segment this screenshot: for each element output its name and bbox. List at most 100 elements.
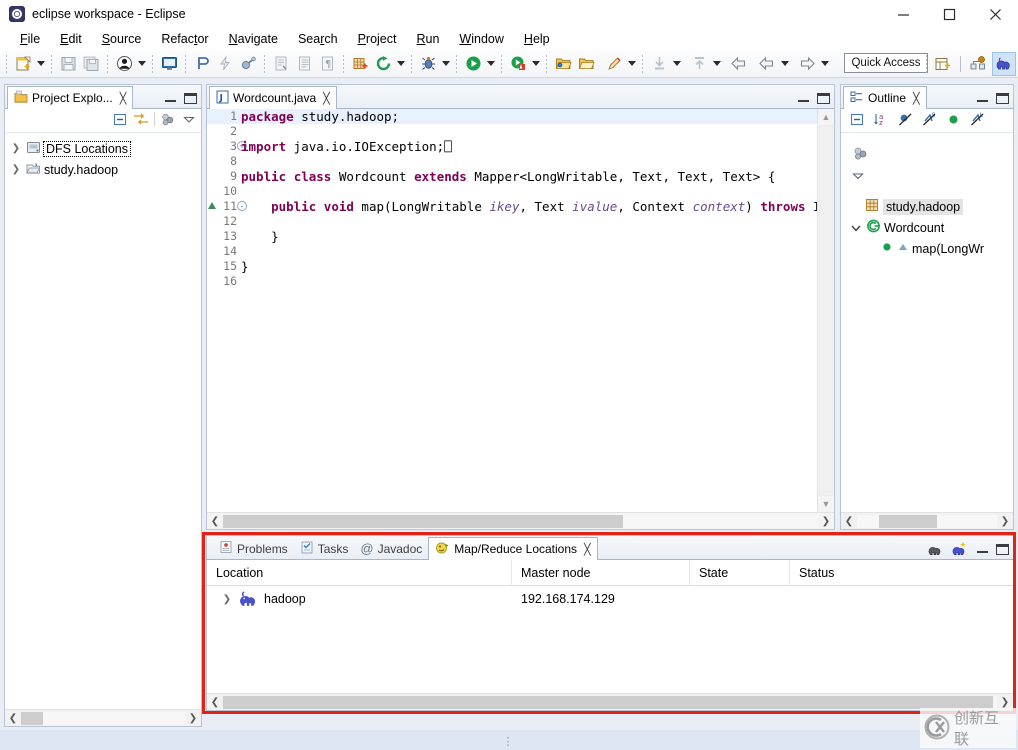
scroll-left-icon[interactable]: ❮ <box>5 710 21 727</box>
save-all-icon[interactable] <box>80 53 102 75</box>
collapsed-chevron-icon[interactable] <box>851 169 865 183</box>
map-reduce-perspective-icon[interactable] <box>992 52 1016 76</box>
back-icon[interactable] <box>728 53 750 75</box>
scrollbar-track[interactable] <box>223 515 818 528</box>
edit-hadoop-location-icon[interactable] <box>950 542 970 556</box>
debug-dropdown-arrow[interactable] <box>440 53 451 75</box>
new-java-class-icon[interactable] <box>349 53 371 75</box>
new-hadoop-location-icon[interactable] <box>926 542 946 556</box>
hide-static-icon[interactable]: S <box>921 112 937 126</box>
outline-item-map-method[interactable]: map(LongWr <box>841 238 1013 259</box>
minimize-icon[interactable] <box>795 91 811 105</box>
editor-body[interactable]: 123+891011-1213141516 package study.hado… <box>207 109 834 529</box>
next-dropdown-arrow[interactable] <box>711 53 722 75</box>
scroll-left-icon[interactable]: ❮ <box>207 694 223 711</box>
column-header-state[interactable]: State <box>690 560 790 586</box>
close-icon[interactable] <box>972 0 1018 28</box>
view-chevron-icon[interactable] <box>181 112 197 126</box>
tab-project-explorer[interactable]: Project Explo... ╳ <box>7 86 133 109</box>
menu-project[interactable]: Project <box>348 30 407 48</box>
editor-code-area[interactable]: package study.hadoop; import java.io.IOE… <box>241 109 817 512</box>
tab-javadoc[interactable]: @ Javadoc <box>354 537 428 560</box>
maximize-icon[interactable] <box>815 91 831 105</box>
previous-dropdown-arrow[interactable] <box>671 53 682 75</box>
scrollbar-thumb[interactable] <box>819 125 833 496</box>
scrollbar-thumb[interactable] <box>21 712 43 725</box>
open-task-icon[interactable] <box>270 53 292 75</box>
outline-item-expander[interactable] <box>841 165 1013 186</box>
minimize-icon[interactable] <box>162 91 178 105</box>
build-icon[interactable] <box>214 53 236 75</box>
menu-help[interactable]: Help <box>514 30 560 48</box>
java-ee-perspective-icon[interactable] <box>966 52 990 76</box>
maximize-icon[interactable] <box>994 91 1010 105</box>
open-resource-icon[interactable] <box>575 53 597 75</box>
tab-outline[interactable]: Outline ╳ <box>843 86 927 109</box>
open-folder-icon[interactable] <box>552 53 574 75</box>
open-type-icon[interactable] <box>293 53 315 75</box>
outline-tree[interactable]: study.hadoop Wordcount map(LongWr <box>841 134 1013 511</box>
coverage-dropdown-arrow[interactable] <box>530 53 541 75</box>
scroll-right-icon[interactable]: ❯ <box>185 710 201 727</box>
scrollbar-thumb[interactable] <box>223 696 993 709</box>
toggle-mark-occurrences-icon[interactable] <box>191 53 213 75</box>
chevron-right-icon[interactable]: ❯ <box>220 592 234 606</box>
next-annotation-icon[interactable] <box>688 53 710 75</box>
menu-navigate[interactable]: Navigate <box>219 30 288 48</box>
collapse-all-icon[interactable] <box>112 112 128 126</box>
annotation-dropdown-arrow[interactable] <box>626 53 637 75</box>
new-wizard-icon[interactable] <box>12 53 34 75</box>
outline-item-study-hadoop[interactable]: study.hadoop <box>841 196 1013 217</box>
hide-fields-icon[interactable] <box>897 112 913 126</box>
run-dropdown-arrow[interactable] <box>485 53 496 75</box>
scroll-down-icon[interactable]: ▼ <box>818 496 834 512</box>
resize-handle[interactable]: ⋮ <box>503 735 516 748</box>
tree-item-dfs-locations[interactable]: ❯ DFS Locations <box>5 138 201 159</box>
column-header-status[interactable]: Status <box>790 560 1010 586</box>
cell-location[interactable]: ❯ hadoop <box>207 589 512 610</box>
minimize-icon[interactable] <box>974 91 990 105</box>
scroll-right-icon[interactable]: ❯ <box>818 513 834 530</box>
quick-access-input[interactable]: Quick Access <box>844 53 928 73</box>
scrollbar-thumb[interactable] <box>879 515 937 528</box>
column-header-location[interactable]: Location <box>207 560 512 586</box>
external-tools-dropdown-arrow[interactable] <box>395 53 406 75</box>
forward-dropdown-arrow[interactable] <box>779 53 790 75</box>
user-account-icon[interactable] <box>113 53 135 75</box>
menu-edit[interactable]: Edit <box>50 30 92 48</box>
scrollbar-track[interactable] <box>857 515 997 528</box>
view-menu-icon[interactable] <box>160 112 176 126</box>
scrollbar-track[interactable] <box>223 696 997 709</box>
scrollbar-thumb[interactable] <box>223 515 623 528</box>
tab-map-reduce-locations[interactable]: Map/Reduce Locations ╳ <box>428 537 597 560</box>
show-whitespace-icon[interactable]: ¶ <box>316 53 338 75</box>
menu-source[interactable]: Source <box>92 30 152 48</box>
maximize-icon[interactable] <box>994 542 1010 556</box>
open-perspective-icon[interactable] <box>931 52 955 76</box>
annotation-icon[interactable] <box>603 53 625 75</box>
expanded-chevron-icon[interactable] <box>849 221 863 235</box>
menu-search[interactable]: Search <box>288 30 348 48</box>
editor-vscrollbar[interactable]: ▲ ▼ <box>817 109 834 512</box>
tab-wordcount-java[interactable]: J Wordcount.java ╳ <box>209 86 337 109</box>
new-dropdown-arrow[interactable] <box>35 53 46 75</box>
outline-item-wordcount[interactable]: Wordcount <box>841 217 1013 238</box>
debug-icon[interactable] <box>417 53 439 75</box>
hide-local-types-icon[interactable]: L <box>969 112 985 126</box>
scroll-left-icon[interactable]: ❮ <box>207 513 223 530</box>
close-icon[interactable]: ╳ <box>584 543 591 556</box>
coverage-icon[interactable] <box>507 53 529 75</box>
project-explorer-tree[interactable]: ❯ DFS Locations ❯ study.hadoop <box>5 134 201 708</box>
chevron-right-icon[interactable]: ❯ <box>9 163 23 177</box>
maximize-icon[interactable] <box>926 0 972 28</box>
menu-window[interactable]: Window <box>449 30 513 48</box>
user-dropdown-arrow[interactable] <box>136 53 147 75</box>
editor-hscrollbar[interactable]: ❮ ❯ <box>207 512 834 529</box>
close-icon[interactable]: ╳ <box>323 92 330 105</box>
link-icon[interactable] <box>237 53 259 75</box>
close-icon[interactable]: ╳ <box>120 92 127 105</box>
bottom-panel-hscrollbar[interactable]: ❮ ❯ <box>207 693 1013 710</box>
outline-hscrollbar[interactable]: ❮ ❯ <box>841 512 1013 529</box>
maximize-icon[interactable] <box>182 91 198 105</box>
link-with-editor-icon[interactable] <box>133 112 149 126</box>
